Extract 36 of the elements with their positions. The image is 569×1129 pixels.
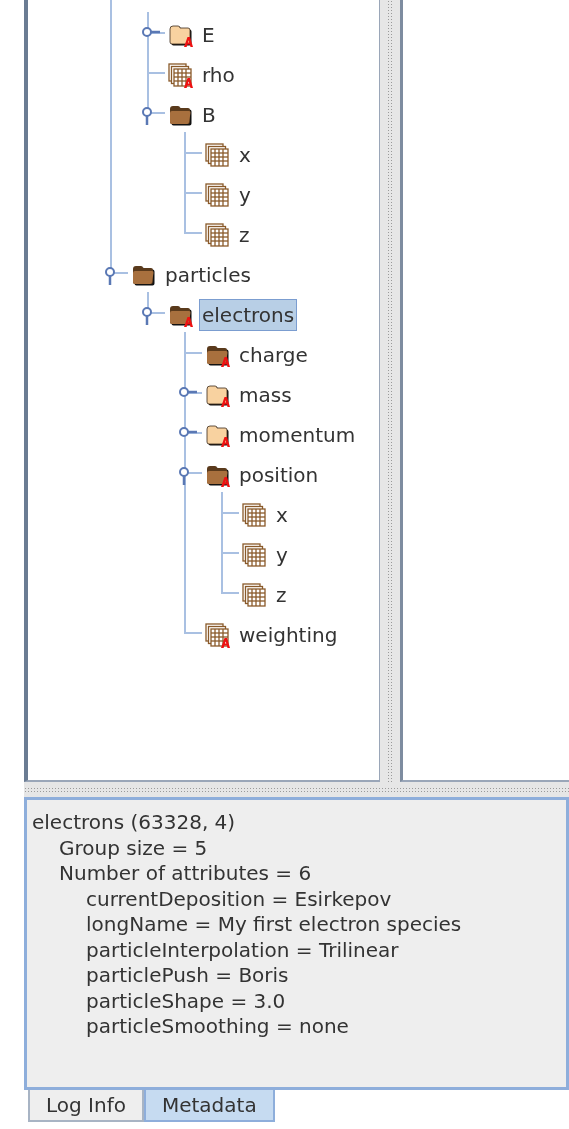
metadata-line: currentDeposition = Esirkepov	[85, 886, 393, 912]
tree-item[interactable]: charge	[236, 339, 311, 371]
tree-item[interactable]: rho	[199, 59, 238, 91]
expand-handle-icon[interactable]	[141, 26, 161, 38]
expand-handle-icon[interactable]	[178, 426, 198, 438]
tree-item[interactable]: x	[273, 499, 291, 531]
tree-item[interactable]: weighting	[236, 619, 341, 651]
tab[interactable]: Log Info	[28, 1090, 144, 1122]
tree-item[interactable]: E	[199, 19, 218, 51]
horizontal-splitter[interactable]	[24, 782, 569, 797]
tree-item[interactable]: momentum	[236, 419, 359, 451]
tree-item[interactable]: electrons	[199, 299, 298, 331]
tree-item[interactable]: B	[199, 99, 219, 131]
vertical-splitter[interactable]	[380, 0, 400, 782]
metadata-line: particleShape = 3.0	[85, 988, 287, 1014]
tree-item[interactable]: z	[236, 219, 253, 251]
collapse-handle-icon[interactable]	[141, 106, 153, 126]
tree-item[interactable]: particles	[162, 259, 254, 291]
metadata-line: Group size = 5	[58, 835, 209, 861]
tree-item[interactable]: mass	[236, 379, 295, 411]
tree-item[interactable]: x	[236, 139, 254, 171]
metadata-line: particleInterpolation = Trilinear	[85, 937, 400, 963]
tree-item[interactable]: position	[236, 459, 322, 491]
tree-item[interactable]: z	[273, 579, 290, 611]
collapse-handle-icon[interactable]	[178, 466, 190, 486]
expand-handle-icon[interactable]	[178, 386, 198, 398]
metadata-line: particleSmoothing = none	[85, 1014, 350, 1040]
tab[interactable]: Metadata	[143, 1090, 275, 1122]
tree-item[interactable]: y	[273, 539, 291, 571]
collapse-handle-icon[interactable]	[141, 306, 153, 326]
metadata-line: longName = My first electron species	[85, 912, 463, 938]
tree-item[interactable]: y	[236, 179, 254, 211]
metadata-line: particlePush = Boris	[85, 963, 290, 989]
collapse-handle-icon[interactable]	[104, 266, 116, 286]
metadata-line: Number of attributes = 6	[58, 861, 313, 887]
metadata-line: electrons (63328, 4)	[32, 810, 237, 836]
